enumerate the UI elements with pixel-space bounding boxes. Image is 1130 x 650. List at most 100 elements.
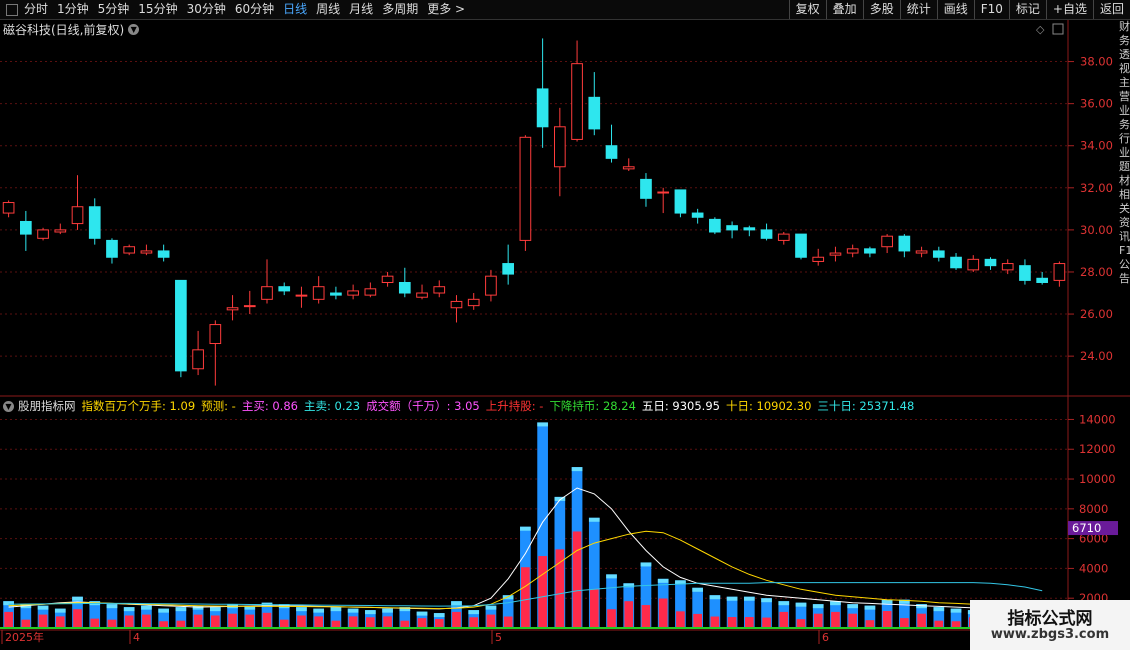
volume-tick-label: 10000 xyxy=(1079,472,1116,486)
candle-body xyxy=(984,258,997,267)
candle-body xyxy=(485,275,497,296)
volume-bar-sell xyxy=(21,619,31,628)
candle xyxy=(622,158,635,171)
candle-body xyxy=(416,292,428,298)
candle-body xyxy=(88,206,101,239)
volume-bar-cap xyxy=(657,578,669,583)
volume-bar-sell xyxy=(452,611,461,628)
candle xyxy=(743,225,756,237)
volume-bar-cap xyxy=(72,596,83,601)
candle-body xyxy=(157,250,170,258)
candle xyxy=(192,330,204,376)
volume-bar-sell xyxy=(848,613,858,628)
candle xyxy=(381,271,394,287)
volume-bar-sell xyxy=(193,614,203,628)
candle xyxy=(450,295,463,323)
volume-bar xyxy=(675,580,686,628)
volume-bar-sell xyxy=(900,618,909,628)
indicator-legend: ▼ 股朋指标网 指数百万个万手: 1.09 预测: - 主买: 0.86 主卖: 0.… xyxy=(3,398,920,414)
volume-bar xyxy=(950,608,962,628)
candle-body xyxy=(536,88,549,128)
candle xyxy=(88,198,101,245)
volume-bar xyxy=(106,604,118,628)
candle xyxy=(485,269,497,302)
volume-bar-sell xyxy=(38,614,48,628)
volume-bar xyxy=(795,602,807,628)
side-info-tabs[interactable]: 财务透视主营业务行业题材相关资讯F10公告 xyxy=(1119,20,1130,400)
volume-bar xyxy=(244,605,256,628)
volume-bar-sell xyxy=(589,589,599,628)
candle xyxy=(295,286,308,308)
candle-body xyxy=(640,178,652,199)
volume-bar-sell xyxy=(4,611,13,628)
volume-bar-cap xyxy=(209,607,221,612)
volume-bar-sell xyxy=(55,616,65,628)
volume-bar xyxy=(20,604,32,628)
candle xyxy=(467,293,480,310)
volume-bar-cap xyxy=(123,607,135,612)
candle-body xyxy=(588,96,601,130)
volume-bar xyxy=(743,596,755,628)
volume-bar-cap xyxy=(520,526,531,531)
volume-bar xyxy=(726,596,738,628)
volume-bar-cap xyxy=(416,611,428,616)
indicator-menu-icon[interactable]: ▼ xyxy=(3,400,14,412)
candle-body xyxy=(381,275,394,283)
candle xyxy=(846,244,859,258)
candle-body xyxy=(829,252,842,256)
volume-bar-sell xyxy=(124,615,134,628)
price-tick-label: 36.00 xyxy=(1080,97,1113,111)
layout-icon xyxy=(1052,23,1064,35)
volume-bar-cap xyxy=(158,608,169,613)
volume-bar-sell xyxy=(142,614,151,628)
candle xyxy=(932,246,945,262)
candle xyxy=(157,244,170,262)
volume-bar xyxy=(89,601,101,628)
side-tab-char: 营 xyxy=(1119,90,1130,103)
volume-bar-sell xyxy=(779,611,789,628)
volume-bar xyxy=(209,607,221,628)
candle-body xyxy=(433,286,446,294)
candle-body xyxy=(760,229,773,239)
volume-bar-sell xyxy=(951,621,961,628)
candle-body xyxy=(347,290,359,296)
volume-bar xyxy=(778,601,790,628)
candle-body xyxy=(312,286,325,300)
volume-bar-sell xyxy=(865,620,875,628)
watermark-title: 指标公式网 xyxy=(1007,609,1093,629)
date-label: 4 xyxy=(133,631,140,644)
chart-canvas[interactable]: ◇ 38.00 36.00 34.00 32.00 30.00 28.00 26.00 24.0… xyxy=(0,0,1130,650)
indicator-name[interactable]: 股朋指标网 xyxy=(18,398,76,414)
volume-bar-cap xyxy=(175,607,187,612)
candle xyxy=(709,217,721,235)
price-tick-label: 30.00 xyxy=(1080,223,1113,237)
volume-bar xyxy=(37,605,49,628)
candle xyxy=(1053,261,1066,287)
volume-bar-cap xyxy=(778,601,790,606)
volume-bar-sell xyxy=(228,613,237,628)
volume-bar-cap xyxy=(640,562,652,567)
volume-bar-sell xyxy=(762,617,771,628)
side-tab-char: 业 xyxy=(1119,104,1130,117)
price-tick-label: 24.00 xyxy=(1080,349,1113,363)
volume-bar-sell xyxy=(366,617,375,628)
volume-bar-sell xyxy=(210,615,220,628)
volume-bar xyxy=(847,604,859,628)
candle-body xyxy=(278,286,291,292)
volume-bar-cap xyxy=(106,604,118,609)
candle xyxy=(1036,271,1049,285)
volume-bar-cap xyxy=(950,608,962,613)
candle-body xyxy=(295,294,308,297)
candle xyxy=(54,223,67,235)
indicator-value: 五日: 9305.95 xyxy=(641,399,720,413)
candle xyxy=(243,290,256,315)
volume-bar-cap xyxy=(54,608,66,613)
candle-body xyxy=(726,225,738,231)
volume-bar-sell xyxy=(486,614,496,628)
volume-bar xyxy=(382,608,393,628)
side-tab-char: 资 xyxy=(1119,216,1130,229)
candle xyxy=(864,246,876,258)
indicator-value: 指数百万个万手: 1.09 xyxy=(81,399,196,413)
volume-tick-label: 4000 xyxy=(1079,561,1108,575)
volume-bar xyxy=(933,607,945,628)
